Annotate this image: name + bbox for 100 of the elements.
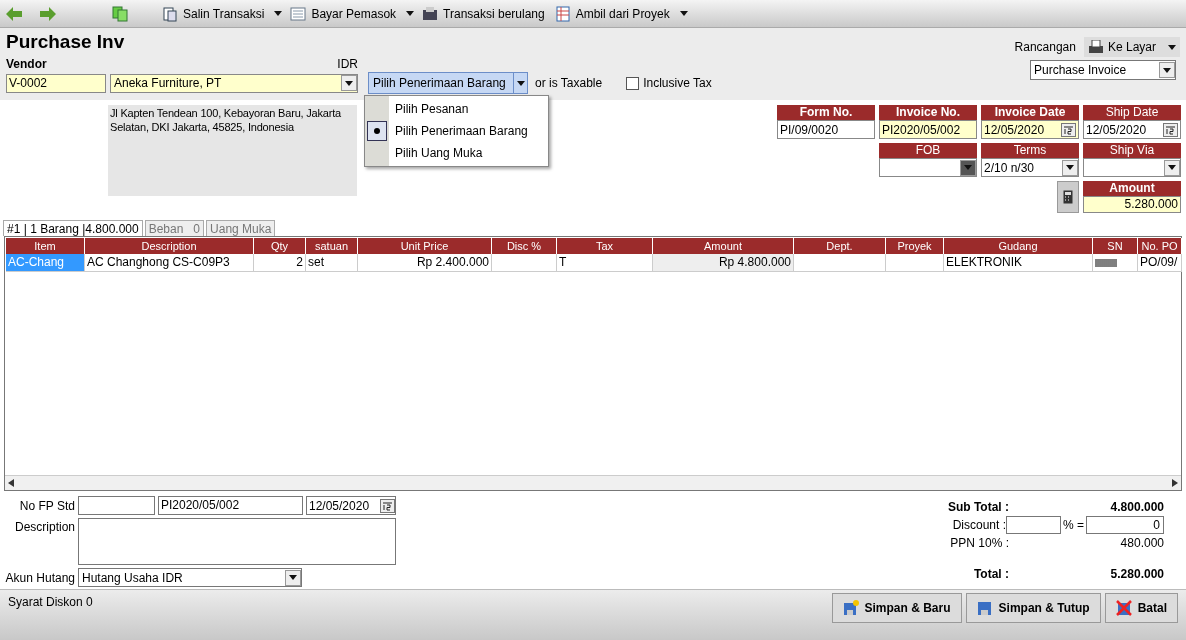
column-header: Item <box>6 238 85 254</box>
currency-label: IDR <box>337 57 358 71</box>
forward-arrow-icon[interactable] <box>40 6 56 21</box>
tab[interactable]: Beban 0 <box>144 220 205 236</box>
subtotal-value: 4.800.000 <box>1109 499 1164 516</box>
field-header: Ship Via <box>1083 143 1181 158</box>
printer-icon <box>422 5 439 22</box>
caret-icon[interactable] <box>679 11 688 16</box>
column-header: satuan <box>306 238 358 254</box>
toolbar-button[interactable]: Transaksi berulang <box>420 2 547 25</box>
clipboard-icon <box>162 5 178 22</box>
column-header: Unit Price <box>358 238 492 254</box>
vendor-name-select[interactable]: Aneka Furniture, PT <box>110 73 358 93</box>
table-cell: ELEKTRONIK <box>944 254 1093 272</box>
address-box: Jl Kapten Tendean 100, Kebayoran Baru, Jakarta Selatan, DKI Jakarta, 45825, Indonesia <box>108 105 357 196</box>
menu-item[interactable]: Pilih Uang Muka <box>365 142 548 164</box>
field-header: Invoice No. <box>879 105 977 120</box>
text-field[interactable]: PI/09/0020 <box>777 120 875 139</box>
save-new-icon <box>842 600 859 616</box>
column-header: Disc % <box>492 238 557 254</box>
calendar-icon[interactable] <box>1163 122 1178 137</box>
design-label: Rancangan <box>1014 39 1076 56</box>
select-field[interactable] <box>879 158 977 177</box>
table-cell: Rp 2.400.000 <box>358 254 492 272</box>
printer-icon <box>1087 40 1104 54</box>
tax-label: PPN 10% : <box>949 535 1009 552</box>
select-field[interactable] <box>1083 158 1181 177</box>
field-header: Ship Date <box>1083 105 1181 120</box>
scroll-right-icon[interactable] <box>1172 479 1178 487</box>
field-header: Invoice Date <box>981 105 1079 120</box>
column-header: Description <box>85 238 254 254</box>
caret-icon <box>1168 44 1176 50</box>
total-value: 5.280.000 <box>1109 566 1164 583</box>
table-cell: AC Changhong CS-C09P3 <box>85 254 254 272</box>
column-header: SN <box>1093 238 1138 254</box>
caret-icon[interactable] <box>406 11 415 16</box>
save-button[interactable]: Simpan & Tutup <box>965 593 1101 623</box>
print-screen-button[interactable]: Ke Layar <box>1083 37 1180 57</box>
toolbar-button[interactable]: Ambil dari Proyek <box>552 2 672 25</box>
inclusive-tax-label: Inclusive Tax <box>643 75 712 92</box>
field-header: Amount <box>1083 181 1181 196</box>
toolbar-button[interactable]: Bayar Pemasok <box>288 2 399 25</box>
tab[interactable]: #1 | 1 Barang |4.800.000 <box>3 220 143 236</box>
date-field[interactable]: 12/05/2020 <box>1083 120 1181 139</box>
calendar-icon[interactable] <box>380 498 395 513</box>
fp-date-field[interactable]: 12/05/2020 <box>306 496 396 515</box>
copy-icon[interactable] <box>112 5 128 22</box>
column-header: Amount <box>653 238 794 254</box>
toolbar-button[interactable]: Salin Transaksi <box>160 2 267 25</box>
menu-item[interactable]: Pilih Penerimaan Barang <box>365 120 548 142</box>
vendor-code-field[interactable]: V-0002 <box>6 73 106 93</box>
column-header: Tax <box>557 238 653 254</box>
cancel-icon <box>1115 600 1132 616</box>
field-header: FOB <box>879 143 977 158</box>
table-cell: AC-Chang <box>6 254 85 272</box>
text-field[interactable]: PI2020/05/002 <box>879 120 977 139</box>
discount-percent-field[interactable] <box>1006 516 1061 534</box>
calculator-icon <box>1063 190 1073 204</box>
tab[interactable]: Uang Muka <box>206 220 276 236</box>
barcode-icon <box>1095 258 1117 267</box>
account-label: Akun Hutang <box>4 569 75 587</box>
pick-receipt-button[interactable]: Pilih Penerimaan Barang <box>368 72 514 94</box>
percent-label: % = <box>1063 517 1084 534</box>
date-field[interactable]: 12/05/2020 <box>981 120 1079 139</box>
fp-label: No FP Std <box>18 497 75 515</box>
calendar-icon[interactable] <box>1061 122 1076 137</box>
column-header: No. PO <box>1138 238 1182 254</box>
vendor-label: Vendor <box>6 57 47 71</box>
table-cell <box>492 254 557 272</box>
description-field[interactable] <box>78 518 396 565</box>
horizontal-scrollbar[interactable] <box>5 475 1181 490</box>
subtotal-label: Sub Total : <box>946 499 1009 516</box>
column-header: Proyek <box>886 238 944 254</box>
scroll-left-icon[interactable] <box>8 479 14 487</box>
fp-field[interactable] <box>78 496 155 515</box>
caret-icon[interactable] <box>274 11 283 16</box>
table-cell: 2 <box>254 254 306 272</box>
back-arrow-icon[interactable] <box>6 6 22 21</box>
tax-value: 480.000 <box>1119 535 1164 552</box>
menu-item[interactable]: Pilih Pesanan <box>365 98 548 120</box>
amount-field: 5.280.000 <box>1083 196 1181 213</box>
discount-value-field[interactable]: 0 <box>1086 516 1164 534</box>
save-button[interactable]: Simpan & Baru <box>831 593 962 623</box>
column-header: Gudang <box>944 238 1093 254</box>
inclusive-tax-checkbox[interactable] <box>626 76 640 90</box>
bullet-icon <box>367 121 387 141</box>
fp-number-field[interactable]: PI2020/05/002 <box>158 496 303 515</box>
select-field[interactable]: 2/10 n/30 <box>981 158 1079 177</box>
table-cell: set <box>306 254 358 272</box>
discount-label: Discount : <box>952 517 1006 534</box>
save-icon <box>976 600 993 616</box>
template-select[interactable]: Purchase Invoice <box>1030 60 1176 80</box>
taxable-label: or is Taxable <box>535 75 603 92</box>
column-header: Dept. <box>794 238 886 254</box>
table-cell: PO/09/ <box>1138 254 1182 272</box>
account-select[interactable]: Hutang Usaha IDR <box>78 568 302 587</box>
list-icon <box>290 5 307 22</box>
field-header: Form No. <box>777 105 875 120</box>
calculator-button[interactable] <box>1057 181 1079 213</box>
cancel-button[interactable]: Batal <box>1104 593 1178 623</box>
